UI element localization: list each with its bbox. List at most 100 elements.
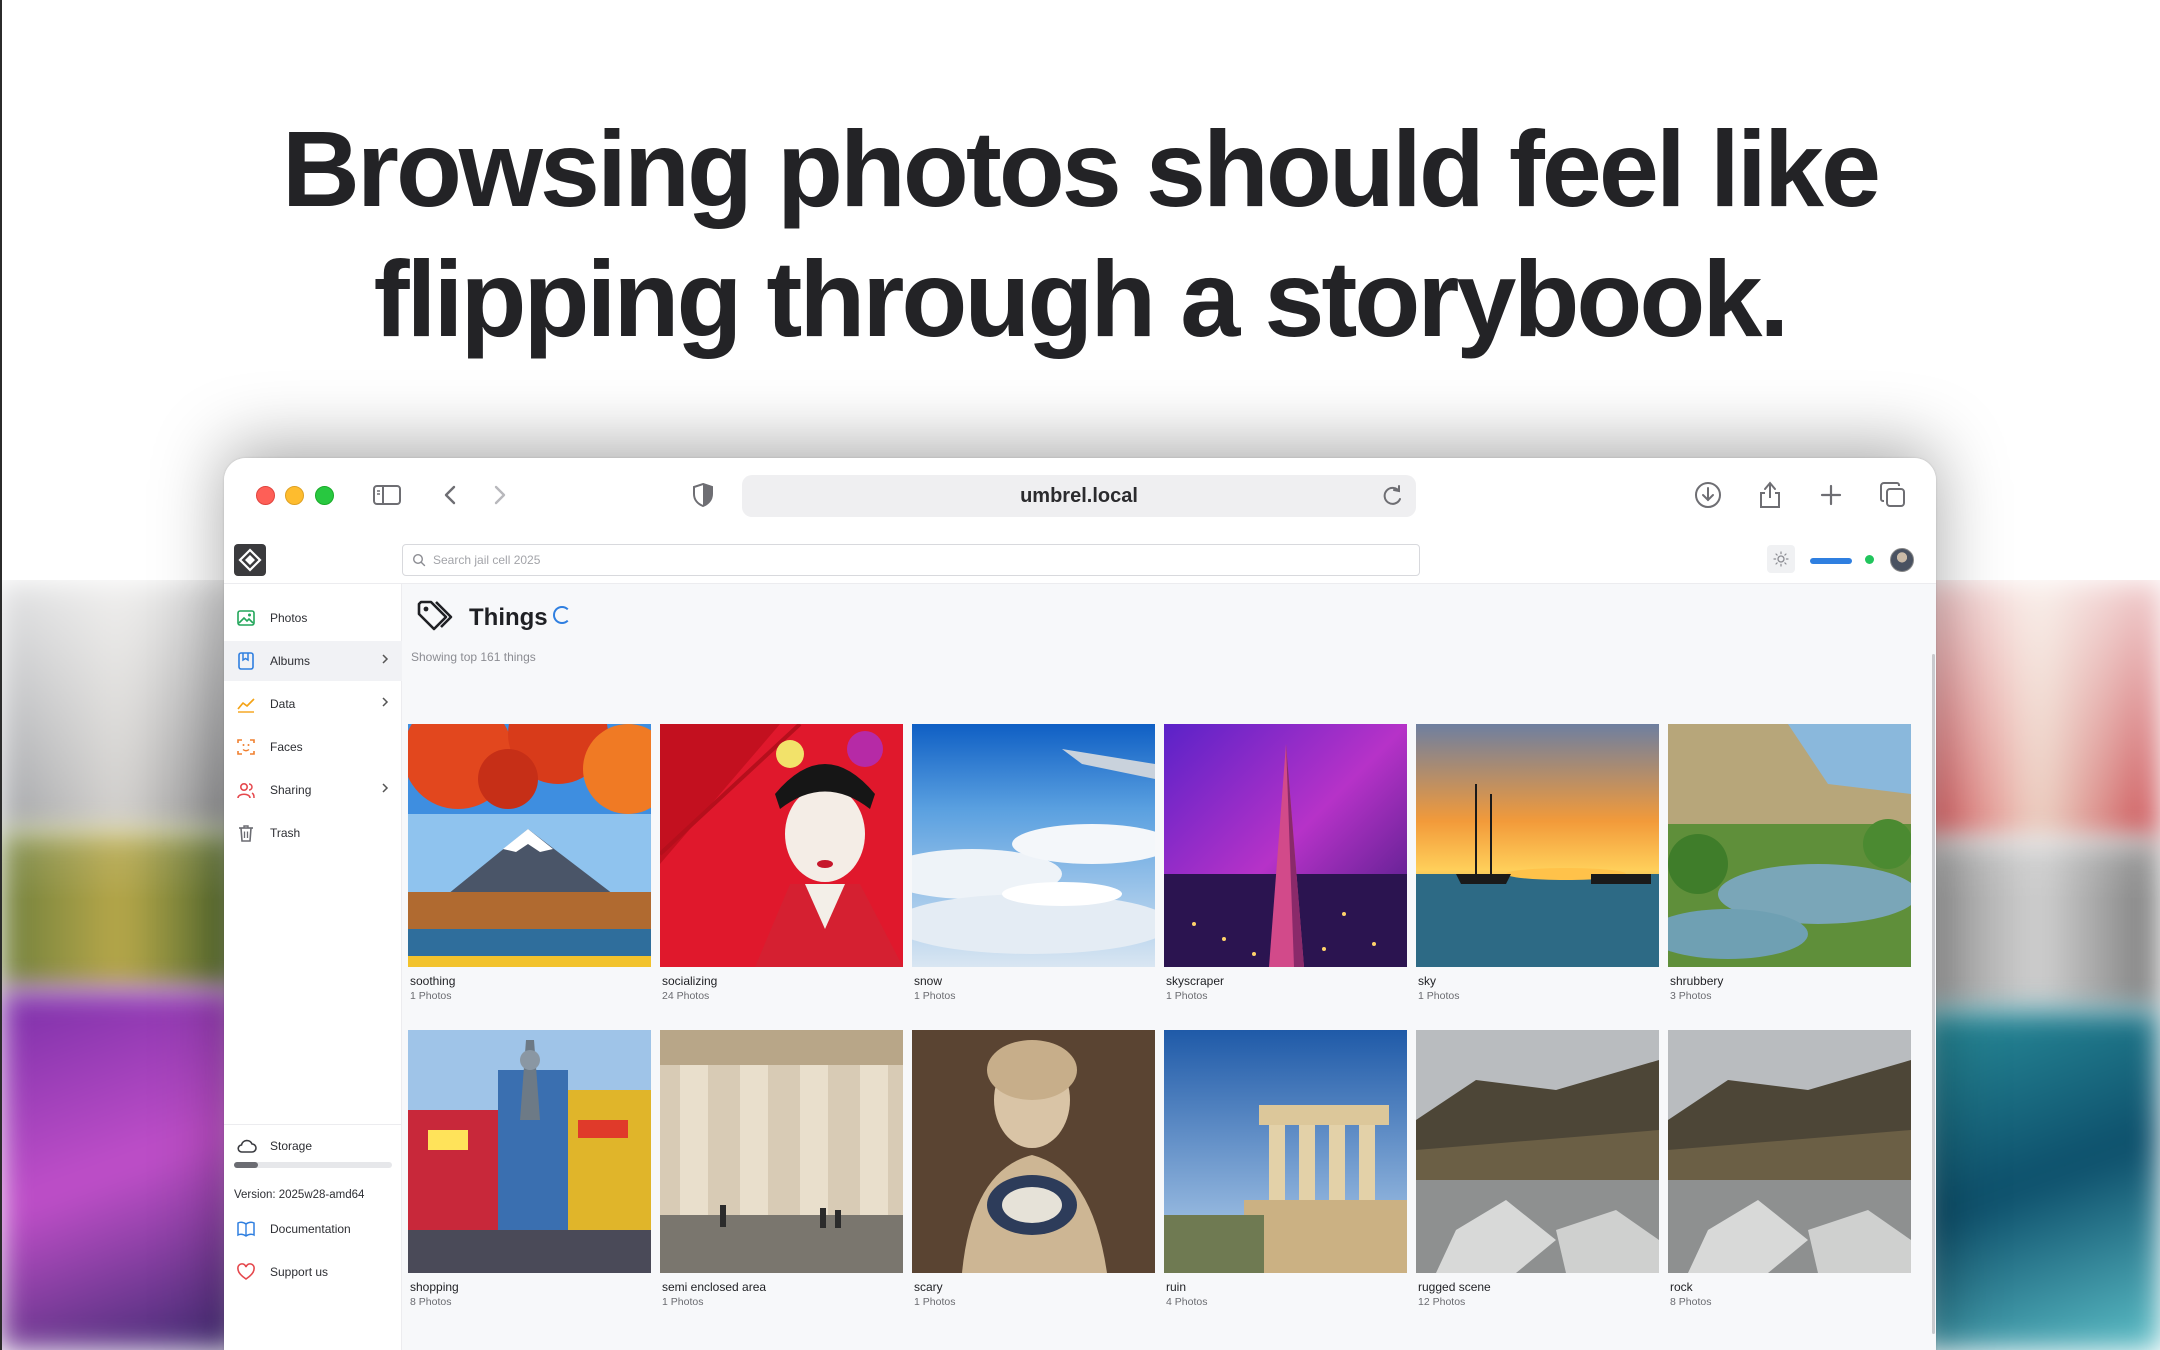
thing-card-snow[interactable]: snow 1 Photos bbox=[912, 724, 1155, 1002]
thing-count: 1 Photos bbox=[1166, 990, 1208, 1002]
sidebar-item-support[interactable]: Support us bbox=[224, 1252, 402, 1292]
thing-thumbnail[interactable] bbox=[1164, 724, 1407, 967]
sidebar-item-label: Albums bbox=[270, 654, 311, 668]
thing-count: 1 Photos bbox=[1418, 990, 1460, 1002]
chevron-right-icon bbox=[380, 652, 390, 669]
thing-count: 1 Photos bbox=[914, 990, 956, 1002]
documentation-label: Documentation bbox=[270, 1222, 351, 1236]
download-icon[interactable] bbox=[1691, 478, 1725, 512]
heart-icon bbox=[236, 1262, 256, 1282]
thing-count: 1 Photos bbox=[410, 990, 452, 1002]
thing-thumbnail[interactable] bbox=[408, 1030, 651, 1273]
sidebar-item-trash[interactable]: Trash bbox=[224, 813, 402, 853]
version-text: Version: 2025w28-amd64 bbox=[234, 1189, 365, 1201]
sidebar-item-label: Photos bbox=[270, 611, 308, 625]
online-status-dot bbox=[1865, 555, 1874, 564]
thing-name: snow bbox=[914, 974, 943, 988]
thing-name: soothing bbox=[410, 974, 456, 988]
thing-count: 4 Photos bbox=[1166, 1296, 1208, 1308]
address-bar[interactable]: umbrel.local bbox=[742, 475, 1416, 517]
thing-count: 8 Photos bbox=[410, 1296, 452, 1308]
sidebar-toggle-icon[interactable] bbox=[370, 478, 404, 512]
indexing-progress-indicator bbox=[1810, 558, 1852, 564]
thing-count: 1 Photos bbox=[914, 1296, 956, 1308]
reload-icon[interactable] bbox=[1376, 479, 1410, 519]
thing-card-soothing[interactable]: soothing 1 Photos bbox=[408, 724, 651, 1002]
thing-card-rugged-scene[interactable]: rugged scene 12 Photos bbox=[1416, 1030, 1659, 1308]
book-icon bbox=[236, 1219, 256, 1239]
thing-thumbnail[interactable] bbox=[660, 724, 903, 967]
tab-overview-icon[interactable] bbox=[1876, 478, 1910, 512]
theme-toggle-sun-icon[interactable] bbox=[1767, 545, 1795, 573]
loading-spinner-icon bbox=[553, 606, 571, 624]
main-content: Things Showing top 161 things soothing 1… bbox=[402, 584, 1936, 1350]
sidebar-item-data[interactable]: Data bbox=[224, 684, 402, 724]
cloud-icon bbox=[236, 1136, 257, 1156]
thing-count: 12 Photos bbox=[1418, 1296, 1466, 1308]
thing-card-ruin[interactable]: ruin 4 Photos bbox=[1164, 1030, 1407, 1308]
thing-thumbnail[interactable] bbox=[1416, 1030, 1659, 1273]
thing-card-semi-enclosed-area[interactable]: semi enclosed area 1 Photos bbox=[660, 1030, 903, 1308]
sidebar-item-sharing[interactable]: Sharing bbox=[224, 770, 402, 810]
thing-thumbnail[interactable] bbox=[1416, 724, 1659, 967]
thing-card-shopping[interactable]: shopping 8 Photos bbox=[408, 1030, 651, 1308]
zoom-window-button[interactable] bbox=[315, 486, 334, 505]
thing-name: scary bbox=[914, 1280, 943, 1294]
sidebar-item-label: Sharing bbox=[270, 783, 312, 797]
app-logo[interactable] bbox=[234, 544, 266, 576]
browser-window: umbrel.local Search jail cell 2025 Photo… bbox=[224, 458, 1936, 1350]
storage-label: Storage bbox=[270, 1139, 313, 1153]
scrollbar[interactable] bbox=[1932, 654, 1935, 1334]
share-icon[interactable] bbox=[1753, 478, 1787, 512]
sidebar-item-photos[interactable]: Photos bbox=[224, 598, 402, 638]
thing-card-sky[interactable]: sky 1 Photos bbox=[1416, 724, 1659, 1002]
thing-name: semi enclosed area bbox=[662, 1280, 767, 1294]
headline: Browsing photos should feel like flippin… bbox=[0, 104, 2160, 364]
app-area: Search jail cell 2025 Photos Albums Data… bbox=[224, 536, 1936, 1350]
thing-count: 24 Photos bbox=[662, 990, 710, 1002]
thing-card-skyscraper[interactable]: skyscraper 1 Photos bbox=[1164, 724, 1407, 1002]
thing-card-rock[interactable]: rock 8 Photos bbox=[1668, 1030, 1911, 1308]
users-icon bbox=[236, 780, 256, 800]
new-tab-icon[interactable] bbox=[1814, 478, 1848, 512]
headline-line-2: flipping through a storybook. bbox=[373, 238, 1790, 359]
close-window-button[interactable] bbox=[256, 486, 275, 505]
search-placeholder: Search jail cell 2025 bbox=[433, 553, 541, 567]
sidebar-divider bbox=[224, 1124, 402, 1125]
browser-toolbar: umbrel.local bbox=[224, 458, 1936, 536]
trash-icon bbox=[236, 823, 256, 843]
chart-icon bbox=[236, 694, 256, 714]
thing-name: rock bbox=[1670, 1280, 1693, 1294]
thing-card-shrubbery[interactable]: shrubbery 3 Photos bbox=[1668, 724, 1911, 1002]
sidebar-item-faces[interactable]: Faces bbox=[224, 727, 402, 767]
search-input[interactable]: Search jail cell 2025 bbox=[402, 544, 1420, 576]
image-icon bbox=[236, 608, 256, 628]
thing-thumbnail[interactable] bbox=[1668, 724, 1911, 967]
thing-name: shrubbery bbox=[1670, 974, 1724, 988]
thing-thumbnail[interactable] bbox=[912, 724, 1155, 967]
back-icon[interactable] bbox=[434, 478, 468, 512]
thing-thumbnail[interactable] bbox=[912, 1030, 1155, 1273]
sidebar-item-albums[interactable]: Albums bbox=[224, 641, 402, 681]
thing-card-scary[interactable]: scary 1 Photos bbox=[912, 1030, 1155, 1308]
thing-card-socializing[interactable]: socializing 24 Photos bbox=[660, 724, 903, 1002]
thing-name: rugged scene bbox=[1418, 1280, 1491, 1294]
thing-thumbnail[interactable] bbox=[660, 1030, 903, 1273]
shield-icon[interactable] bbox=[686, 478, 720, 512]
sidebar-item-documentation[interactable]: Documentation bbox=[224, 1209, 402, 1249]
tag-icon bbox=[415, 598, 457, 639]
search-icon bbox=[412, 553, 426, 570]
thing-thumbnail[interactable] bbox=[1164, 1030, 1407, 1273]
support-label: Support us bbox=[270, 1265, 329, 1279]
sidebar-item-storage[interactable]: Storage bbox=[224, 1126, 402, 1166]
avatar[interactable] bbox=[1890, 548, 1914, 572]
thing-name: ruin bbox=[1166, 1280, 1187, 1294]
sidebar-item-label: Data bbox=[270, 697, 296, 711]
app-header: Search jail cell 2025 bbox=[224, 536, 1936, 584]
forward-icon[interactable] bbox=[482, 478, 516, 512]
thing-thumbnail[interactable] bbox=[408, 724, 651, 967]
storage-usage-fill bbox=[234, 1162, 258, 1168]
thing-name: skyscraper bbox=[1166, 974, 1225, 988]
minimize-window-button[interactable] bbox=[285, 486, 304, 505]
thing-thumbnail[interactable] bbox=[1668, 1030, 1911, 1273]
